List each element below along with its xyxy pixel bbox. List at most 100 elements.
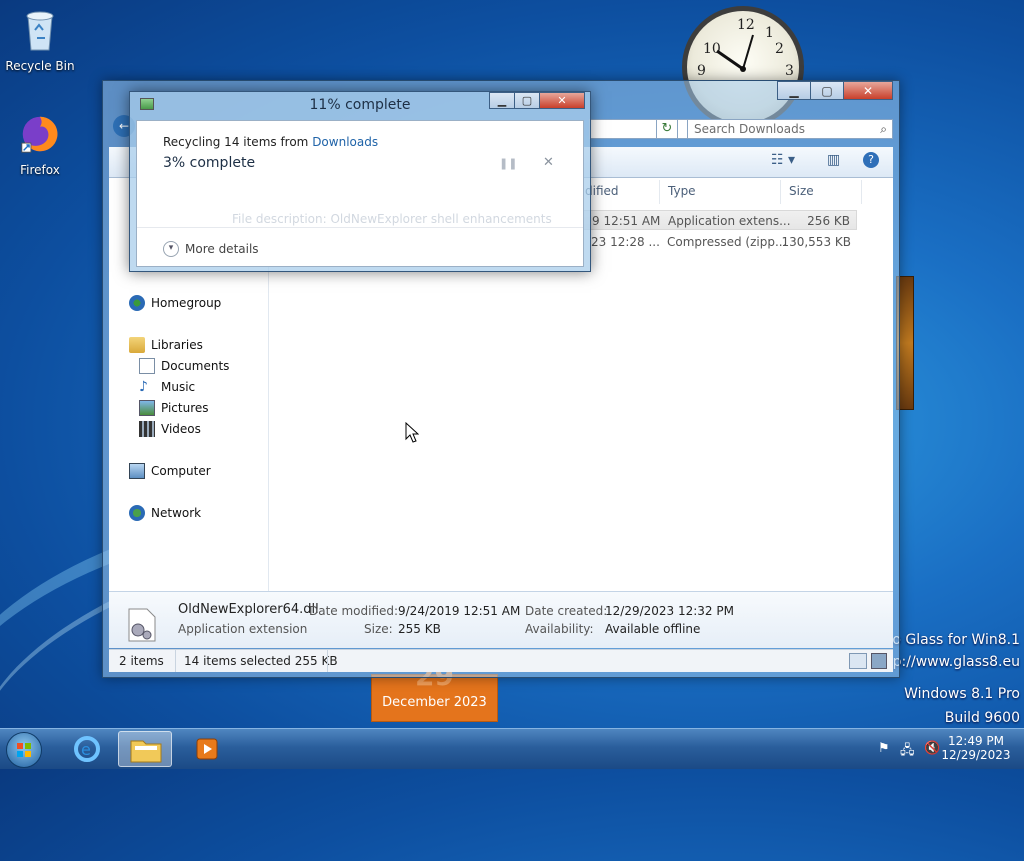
clock-area[interactable]: 12:49 PM 12/29/2023 <box>936 734 1016 762</box>
details-view-icon[interactable] <box>849 653 867 669</box>
dialog-minimize-button[interactable]: ▁ <box>489 92 515 109</box>
status-divider <box>327 650 328 672</box>
row-modified: 23 12:28 ... <box>591 235 660 249</box>
svg-text:e: e <box>81 740 91 759</box>
search-input[interactable]: Search Downloads ⌕ <box>687 119 893 139</box>
column-divider[interactable] <box>659 180 660 204</box>
search-placeholder: Search Downloads <box>694 122 805 136</box>
details-date-created: 12/29/2023 12:32 PM <box>605 604 734 618</box>
large-icons-view-icon[interactable] <box>871 653 887 669</box>
nav-label: Pictures <box>161 401 209 415</box>
status-bar: 2 items 14 items selected 255 KB <box>109 649 893 672</box>
preview-pane-icon[interactable]: ▥ <box>827 152 840 168</box>
nav-videos[interactable]: Videos <box>139 421 201 437</box>
videos-icon <box>139 421 155 437</box>
maximize-button[interactable]: ▢ <box>810 81 844 100</box>
mouse-cursor-icon <box>405 422 419 443</box>
recycle-bin-icon <box>26 11 54 51</box>
column-header-type[interactable]: Type <box>668 184 696 198</box>
column-divider[interactable] <box>780 180 781 204</box>
recycle-progress-dialog[interactable]: 11% complete ▁ ▢ ✕ Recycling 14 items fr… <box>129 91 591 272</box>
chevron-down-icon: ▾ <box>163 241 179 257</box>
system-tray: ⚑ 🖧 🔇 12:49 PM 12/29/2023 <box>874 729 1024 769</box>
details-filename: OldNewExplorer64.dll <box>178 602 319 617</box>
details-availability: Available offline <box>605 622 701 636</box>
more-details-toggle[interactable]: ▾ More details <box>163 241 259 257</box>
firefox-icon <box>21 116 58 153</box>
nav-label: Computer <box>151 464 211 478</box>
dialog-divider <box>137 227 583 228</box>
recycling-prefix: Recycling 14 items from <box>163 135 313 149</box>
details-size: 255 KB <box>398 622 441 636</box>
refresh-button[interactable]: ↻ <box>656 119 678 139</box>
os-edition: Windows 8.1 Pro <box>904 686 1020 702</box>
dialog-body: Recycling 14 items from Downloads 3% com… <box>136 120 584 267</box>
dialog-close-button[interactable]: ✕ <box>539 92 585 109</box>
desktop-icon-recycle-bin[interactable]: Recycle Bin <box>4 8 76 73</box>
more-details-label: More details <box>185 242 259 256</box>
start-button[interactable] <box>6 732 42 768</box>
calendar-gadget[interactable]: 29 December 2023 <box>371 659 498 722</box>
details-date-modified-label: Date modified: <box>309 604 399 618</box>
nav-homegroup[interactable]: Homegroup <box>129 295 221 311</box>
minimize-button[interactable]: ▁ <box>777 81 811 100</box>
details-size-label: Size: <box>364 622 393 636</box>
folder-icon <box>130 740 162 763</box>
pictures-icon <box>139 400 155 416</box>
taskbar: e ⚑ 🖧 🔇 12:49 PM 12/29/2023 <box>0 728 1024 769</box>
nav-label: Documents <box>161 359 230 373</box>
computer-icon <box>129 463 145 479</box>
recycling-summary: Recycling 14 items from Downloads <box>163 135 378 149</box>
cancel-icon[interactable]: ✕ <box>543 155 554 170</box>
glass-watermark-line1: o Glass for Win8.1 <box>892 632 1020 648</box>
nav-label: Homegroup <box>151 296 222 310</box>
window-controls: ▁ ▢ ✕ <box>777 81 893 100</box>
nav-pictures[interactable]: Pictures <box>139 400 209 416</box>
downloads-link[interactable]: Downloads <box>312 135 378 149</box>
dll-file-icon <box>128 608 156 642</box>
progress-percent: 3% complete <box>163 155 256 171</box>
nav-label: Videos <box>161 422 201 436</box>
nav-music[interactable]: ♪ Music <box>139 379 195 395</box>
view-options-icon[interactable]: ☷ ▾ <box>771 152 795 168</box>
nav-network[interactable]: Network <box>129 505 201 521</box>
glass-watermark-line2: p://www.glass8.eu <box>892 654 1020 670</box>
row-type: Application extens... <box>668 214 791 228</box>
action-center-flag-icon[interactable]: ⚑ <box>878 741 890 756</box>
music-icon: ♪ <box>139 379 148 395</box>
homegroup-icon <box>129 295 145 311</box>
faded-file-description: File description: OldNewExplorer shell e… <box>232 212 552 226</box>
status-divider <box>175 650 176 672</box>
dialog-window-controls: ▁ ▢ ✕ <box>489 92 585 109</box>
details-filetype: Application extension <box>178 622 308 636</box>
tray-time: 12:49 PM <box>948 734 1004 748</box>
details-date-modified: 9/24/2019 12:51 AM <box>398 604 521 618</box>
taskbar-ie[interactable]: e <box>60 731 114 767</box>
desktop-icon-label: Recycle Bin <box>5 59 75 73</box>
search-icon[interactable]: ⌕ <box>880 120 887 138</box>
nav-label: Libraries <box>151 338 203 352</box>
pause-icon[interactable]: ❚❚ <box>499 157 517 170</box>
column-divider[interactable] <box>861 180 862 204</box>
nav-documents[interactable]: Documents <box>139 358 229 374</box>
internet-explorer-icon: e <box>74 736 100 762</box>
help-icon[interactable]: ? <box>863 152 879 168</box>
documents-icon <box>139 358 155 374</box>
taskbar-media-player[interactable] <box>180 731 234 767</box>
network-tray-icon[interactable]: 🖧 <box>900 741 915 763</box>
close-button[interactable]: ✕ <box>843 81 893 100</box>
desktop-icon-firefox[interactable]: Firefox <box>4 112 76 177</box>
windows-logo-icon <box>17 743 31 757</box>
row-type: Compressed (zipp... <box>667 235 787 249</box>
nav-computer[interactable]: Computer <box>129 463 211 479</box>
nav-libraries[interactable]: Libraries <box>129 337 203 353</box>
status-item-count: 2 items <box>119 654 164 668</box>
dialog-maximize-button[interactable]: ▢ <box>514 92 540 109</box>
os-build: Build 9600 <box>944 710 1020 726</box>
network-icon <box>129 505 145 521</box>
column-header-size[interactable]: Size <box>789 184 814 198</box>
libraries-icon <box>129 337 145 353</box>
row-size: 256 KB <box>807 214 850 228</box>
media-player-icon <box>196 738 218 760</box>
taskbar-explorer[interactable] <box>118 731 172 767</box>
